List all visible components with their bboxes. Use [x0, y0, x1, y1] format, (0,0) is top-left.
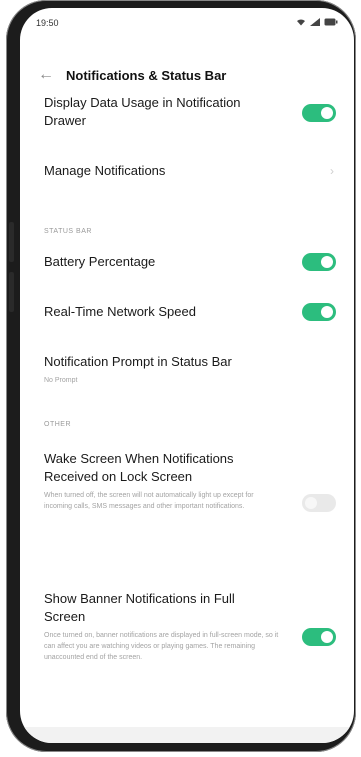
settings-list: Display Data Usage in Notification Drawe…	[44, 94, 336, 700]
setting-value: No Prompt	[44, 377, 78, 384]
status-icons	[296, 18, 338, 28]
page-title: Notifications & Status Bar	[66, 67, 227, 83]
section-header-other: OTHER	[44, 421, 71, 428]
setting-title: Display Data Usage in Notification Drawe…	[44, 95, 241, 128]
wifi-icon	[296, 18, 306, 28]
setting-title: Real-Time Network Speed	[44, 304, 196, 319]
setting-title: Notification Prompt in Status Bar	[44, 354, 232, 369]
clock: 19:50	[36, 18, 59, 28]
section-header-status-bar: STATUS BAR	[44, 228, 92, 235]
setting-network-speed[interactable]: Real-Time Network Speed	[44, 303, 336, 353]
signal-icon	[310, 18, 320, 28]
phone-frame: 19:50 ← Notifications & Status Bar Displ…	[6, 0, 356, 752]
battery-percentage-toggle[interactable]	[302, 253, 336, 271]
setting-description: Once turned on, banner notifications are…	[44, 632, 279, 661]
network-speed-toggle[interactable]	[302, 303, 336, 321]
setting-title: Manage Notifications	[44, 163, 166, 178]
display-data-usage-toggle[interactable]	[302, 104, 336, 122]
setting-title: Wake Screen When Notifications Received …	[44, 451, 234, 484]
banner-full-screen-toggle[interactable]	[302, 628, 336, 646]
setting-banner-full-screen[interactable]: Show Banner Notifications in Full Screen…	[44, 590, 336, 700]
setting-title: Show Banner Notifications in Full Screen	[44, 591, 235, 624]
screen: 19:50 ← Notifications & Status Bar Displ…	[20, 8, 354, 743]
setting-battery-percentage[interactable]: Battery Percentage	[44, 253, 336, 303]
back-arrow-icon[interactable]: ←	[38, 66, 66, 84]
setting-display-data-usage[interactable]: Display Data Usage in Notification Drawe…	[44, 94, 336, 142]
setting-description: When turned off, the screen will not aut…	[44, 492, 254, 510]
nav-bar: ← Notifications & Status Bar	[38, 64, 338, 86]
bottom-bezel-area	[20, 727, 354, 743]
setting-title: Battery Percentage	[44, 254, 156, 269]
setting-manage-notifications[interactable]: Manage Notifications ›	[44, 162, 336, 228]
volume-up-button	[9, 222, 14, 262]
chevron-right-icon: ›	[330, 164, 334, 178]
battery-icon	[324, 18, 338, 28]
setting-notification-prompt[interactable]: Notification Prompt in Status Bar No Pro…	[44, 353, 336, 421]
status-bar: 19:50	[36, 16, 338, 30]
volume-down-button	[9, 272, 14, 312]
setting-wake-screen[interactable]: Wake Screen When Notifications Received …	[44, 450, 336, 590]
wake-screen-toggle[interactable]	[302, 494, 336, 512]
